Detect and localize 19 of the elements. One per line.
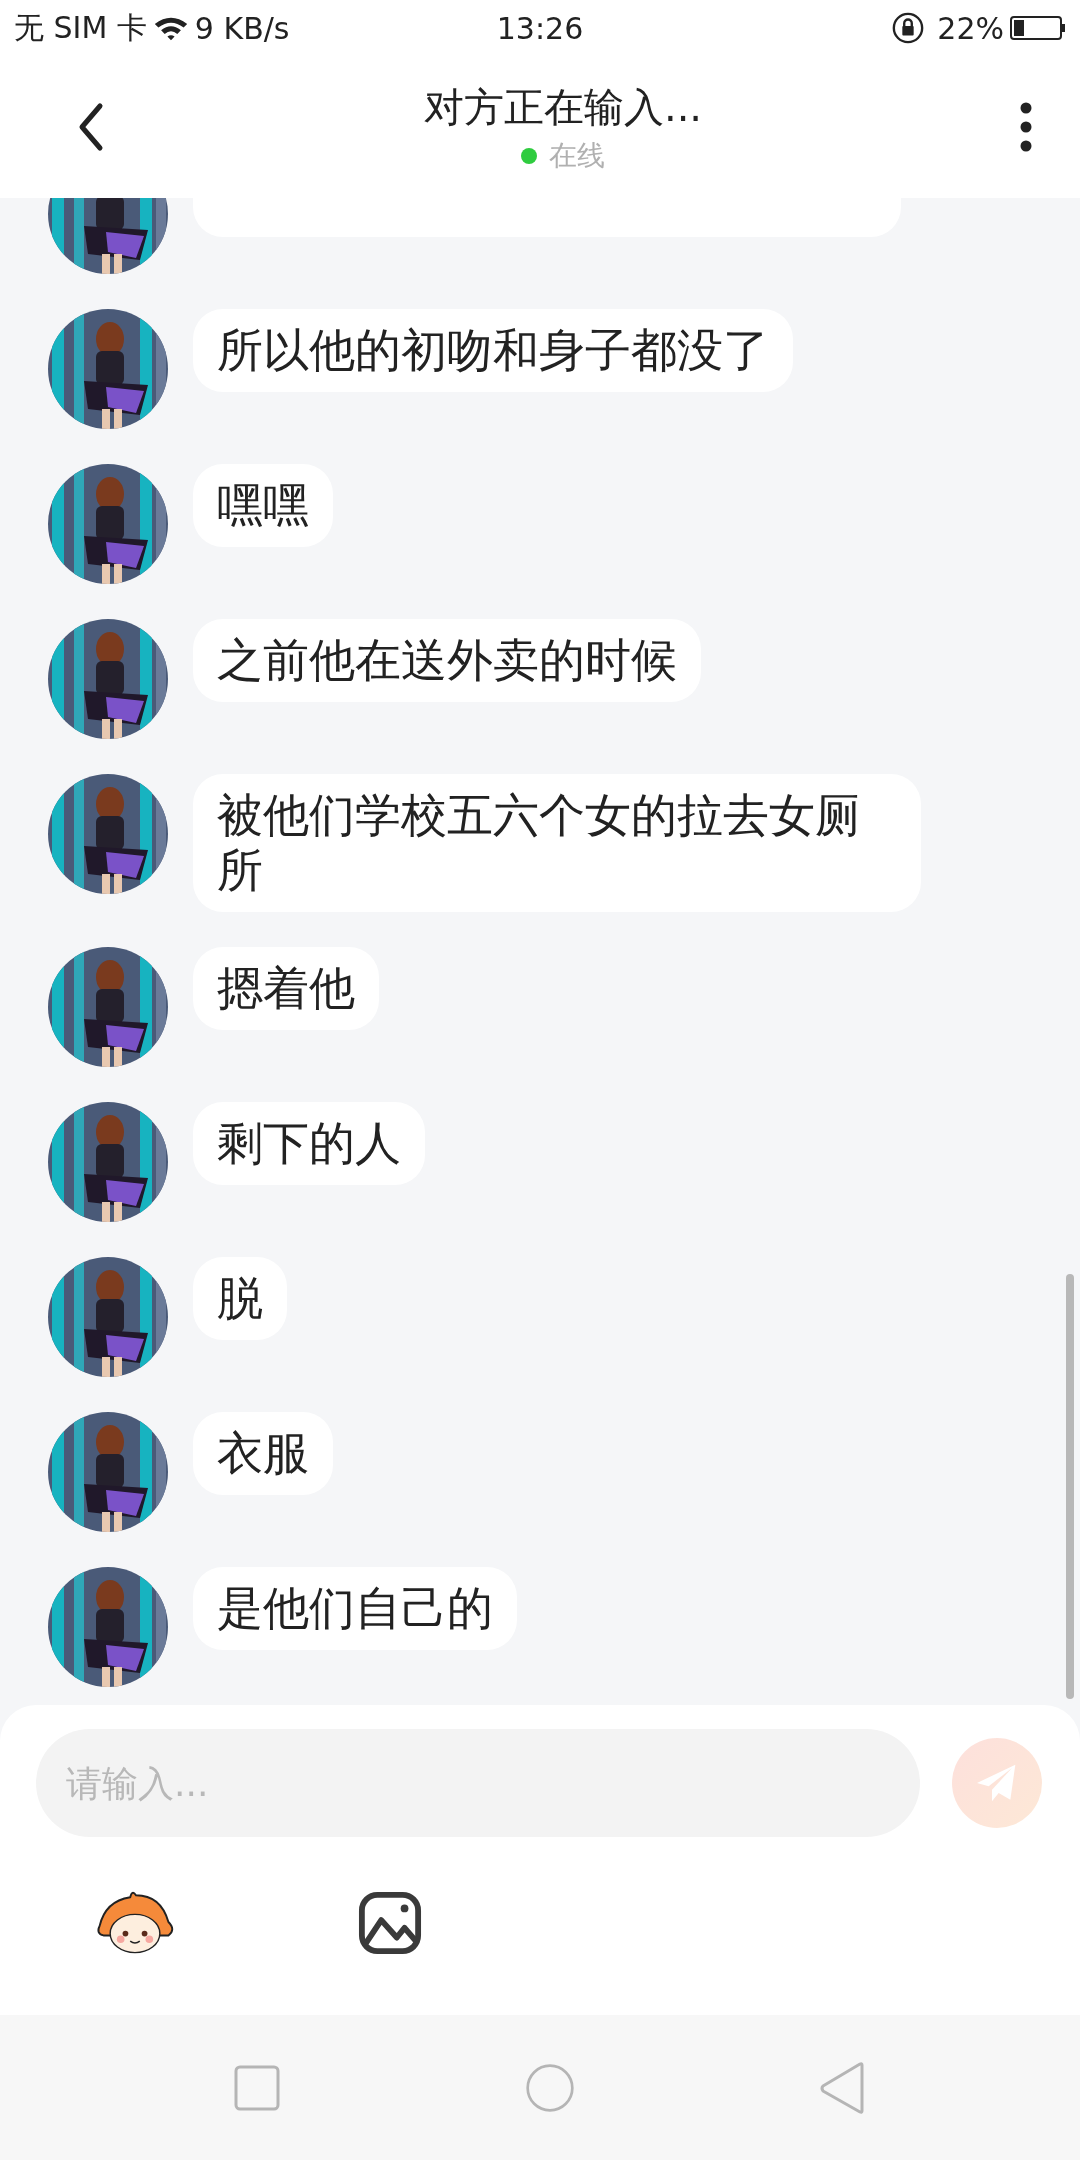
message-bubble: 之前他在送外卖的时候 [193,619,701,702]
carrier-text: 无 SIM 卡 [14,8,147,47]
message-bubble: 是他们自己的 [193,1567,517,1650]
image-icon[interactable] [358,1891,422,1955]
network-speed: 9 KB/s [194,10,290,46]
message-bubble: 所以他的初吻和身子都没了 [193,309,793,392]
message-input[interactable]: 请输入... [36,1729,920,1837]
battery-percent: 22% [937,10,1004,46]
clock-time: 13:26 [496,10,584,46]
battery-icon [1010,15,1066,41]
message-bubble: 衣服 [193,1412,333,1495]
rotation-lock-icon [891,11,926,45]
message-bubble: 摁着他 [193,947,379,1030]
message-bubble: 嘿嘿 [193,464,333,547]
message-bubble: 脱 [193,1257,287,1340]
message-bubble: 被他们学校五六个女的拉去女厕所 [193,774,921,912]
chat-title: 对方正在输入... [423,82,703,132]
online-status: 在线 [549,137,605,174]
message-bubble: 剩下的人 [193,1102,425,1185]
